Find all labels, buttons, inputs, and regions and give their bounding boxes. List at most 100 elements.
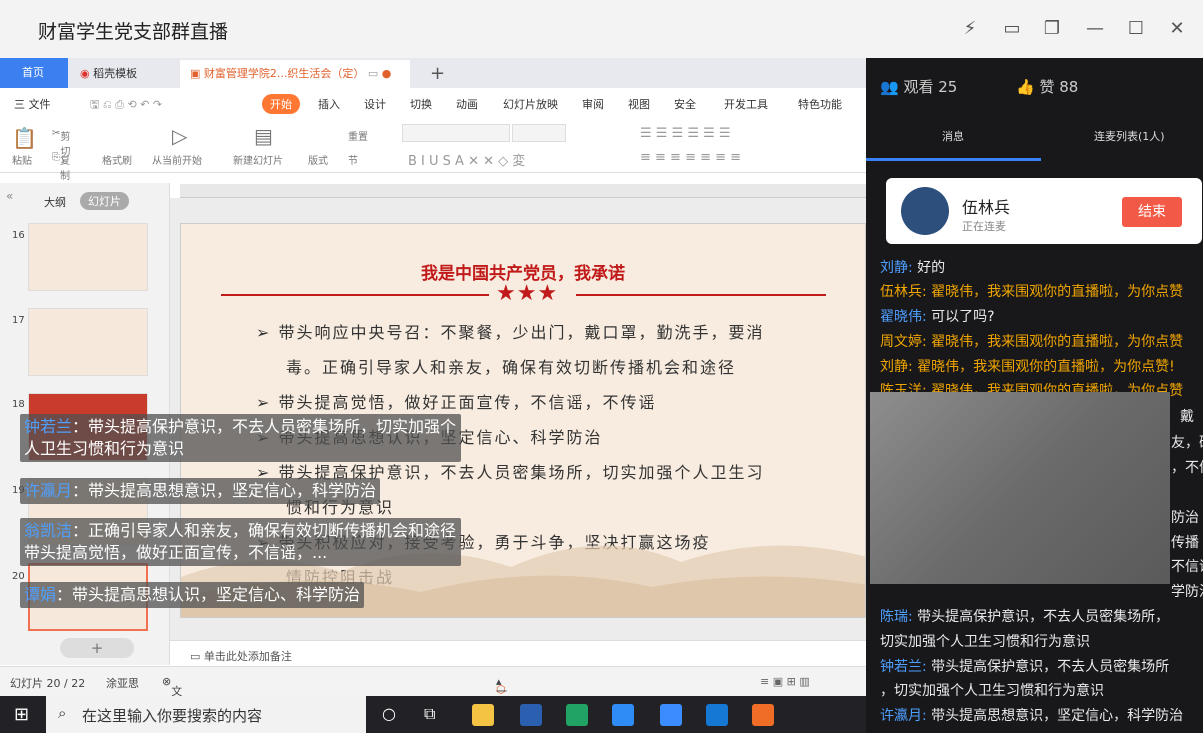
menu-devtools[interactable]: 开发工具 (724, 96, 768, 112)
viewers-count: 👥 观看 25 (880, 76, 957, 97)
slide-bullet: ➢ 带头提高觉悟，做好正面宣传，不信谣，不传谣 (256, 393, 657, 412)
chat-user: 翟晓伟: (880, 309, 927, 325)
menu-slideshow[interactable]: 幻灯片放映 (503, 96, 558, 112)
tab-mic-list[interactable]: 连麦列表(1人) (1094, 128, 1165, 144)
menu-transition[interactable]: 切换 (410, 96, 432, 112)
author-label: 涂亚思 (106, 677, 139, 690)
menu-view[interactable]: 视图 (628, 96, 650, 112)
tab-home[interactable]: 首页 (0, 58, 68, 88)
new-slide-button[interactable]: 新建幻灯片 (233, 152, 283, 167)
screen-share-icon[interactable]: ▭ (1000, 17, 1024, 41)
paste-icon[interactable]: 📋 (12, 126, 37, 150)
title-divider-right (576, 294, 826, 296)
minimize-button[interactable]: — (1083, 17, 1107, 41)
align-icons[interactable]: ≡ ≡ ≡ ≡ ≡ ≡ ≡ (640, 150, 741, 165)
thumb-up-icon: 👍 (1016, 78, 1035, 96)
menu-file[interactable]: 三 文件 (14, 96, 51, 112)
bullet-text: 带头响应中央号召：不聚餐，少出门，戴口罩，勤洗手，要消 (278, 323, 765, 342)
copy-label: 复制 (60, 156, 70, 182)
mic-video-feed[interactable] (870, 392, 1170, 584)
view-mode-icons[interactable]: ≡ ▣ ⊞ ▥ (760, 675, 810, 688)
collapse-panel-icon[interactable]: « (6, 189, 13, 203)
chat-message: 翟晓伟: 可以了吗? (880, 306, 995, 326)
menu-review[interactable]: 审阅 (582, 96, 604, 112)
chat-user: 刘静: (880, 359, 913, 375)
taskbar-search[interactable]: ⌕ 在这里输入你要搜索的内容 (46, 696, 366, 733)
danmu-user: 许瀛月 (24, 481, 73, 500)
menu-insert[interactable]: 插入 (318, 96, 340, 112)
wps-icon[interactable] (660, 704, 682, 726)
beautify-button[interactable]: ⬡ 一键美化 ▴ (496, 675, 507, 696)
doc-protect-label: 文档未保护 (171, 685, 183, 696)
title-divider-left (221, 294, 489, 296)
font-size-select[interactable] (512, 124, 566, 142)
layout-button[interactable]: 版式 (308, 152, 328, 167)
doc-protect-status[interactable]: ⊗ 文档未保护 (162, 675, 182, 696)
font-style-icons[interactable]: B I U S A ✕ ✕ ◇ 変 (408, 150, 525, 169)
new-tab-button[interactable]: + (420, 60, 445, 88)
chat-text: 好的 (917, 260, 946, 276)
slide-number: 16 (12, 230, 25, 241)
menu-animation[interactable]: 动画 (456, 96, 478, 112)
excel-icon[interactable] (566, 704, 588, 726)
search-icon: ⌕ (58, 704, 67, 722)
danmu-text: ：带头提高思想认识，坚定信心、科学防治 (56, 585, 361, 604)
chat-message-cont: 切实加强个人卫生习惯和行为意识 (880, 634, 1090, 650)
mic-user-name: 伍林兵 (962, 198, 1011, 217)
format-painter-button[interactable]: 格式刷 (102, 152, 132, 167)
feishu-icon[interactable] (612, 704, 634, 726)
window-title: 财富学生党支部群直播 (38, 21, 229, 43)
notes-icon: ▭ (190, 650, 204, 663)
play-icon[interactable]: ▷ (172, 124, 187, 148)
slide-number: 20 (12, 571, 25, 582)
end-mic-button[interactable]: 结束 (1122, 197, 1182, 227)
play-from-current-button[interactable]: 从当前开始 (152, 152, 202, 167)
tab-slides[interactable]: 幻灯片 (80, 192, 129, 210)
paragraph-icons[interactable]: ☰ ☰ ☰ ☰ ☰ ☰ (640, 126, 731, 141)
chat-fragment: ，不信 (1171, 460, 1203, 476)
lightning-icon[interactable]: ⚡ (958, 17, 982, 41)
file-explorer-icon[interactable] (472, 704, 494, 726)
chat-fragment: 戴 (1180, 409, 1194, 425)
close-button[interactable]: ✕ (1165, 17, 1189, 41)
menu-design[interactable]: 设计 (364, 96, 386, 112)
font-name-select[interactable] (402, 124, 510, 142)
reset-button[interactable]: 重置 (348, 128, 368, 143)
chat-message: 刘静: 好的 (880, 257, 945, 277)
ruler (180, 184, 866, 198)
menu-features[interactable]: 特色功能 (798, 96, 842, 112)
section-button[interactable]: 节 (348, 152, 358, 167)
maximize-button[interactable]: ☐ (1124, 17, 1148, 41)
tab-messages[interactable]: 消息 (942, 128, 964, 144)
slide-bullet-cont: 毒。正确引导家人和亲友，确保有效切断传播机会和途径 (286, 358, 737, 377)
live-app-icon[interactable] (706, 704, 728, 726)
chat-fragment: 友，确 (1171, 435, 1203, 451)
danmu-user: 钟若兰 (24, 417, 73, 436)
slide-thumbnail-17[interactable] (28, 308, 148, 376)
avatar (901, 187, 949, 235)
notes-area[interactable]: ▭ 单击此处添加备注 (170, 640, 866, 666)
tab-docer[interactable]: ◉ 稻壳模板 (70, 60, 178, 88)
add-slide-button[interactable]: + (60, 638, 134, 658)
chat-fragment: 不信谣 (1171, 559, 1203, 575)
cortana-icon[interactable]: ○ (382, 704, 396, 723)
menu-security[interactable]: 安全 (674, 96, 696, 112)
pip-icon[interactable]: ❐ (1040, 17, 1064, 41)
new-slide-icon[interactable]: ▤ (254, 124, 273, 148)
active-tab-indicator (866, 158, 1041, 161)
windows-start-icon[interactable]: ⊞ (14, 704, 29, 725)
chat-message: 伍林兵: 翟晓伟，我来围观你的直播啦，为你点赞 (880, 281, 1183, 301)
cut-button[interactable]: ✂ 剪切 (52, 128, 70, 158)
wps-ppt-icon[interactable] (752, 704, 774, 726)
likes-count[interactable]: 👍 赞 88 (1016, 76, 1078, 97)
paste-button[interactable]: 粘贴 (12, 152, 32, 167)
slide-thumbnail-16[interactable] (28, 223, 148, 291)
unsaved-dot-icon: ● (381, 67, 392, 80)
word-icon[interactable] (520, 704, 542, 726)
viewers-icon: 👥 (880, 78, 899, 96)
tab-outline[interactable]: 大纲 (44, 194, 66, 210)
copy-button[interactable]: ⎘ 复制 (52, 152, 70, 182)
menu-home[interactable]: 开始 (262, 94, 300, 114)
tab-document[interactable]: ▣ 财富管理学院2...织生活会（定） ▭ ● (180, 60, 410, 88)
task-view-icon[interactable]: ⧉ (424, 704, 435, 724)
